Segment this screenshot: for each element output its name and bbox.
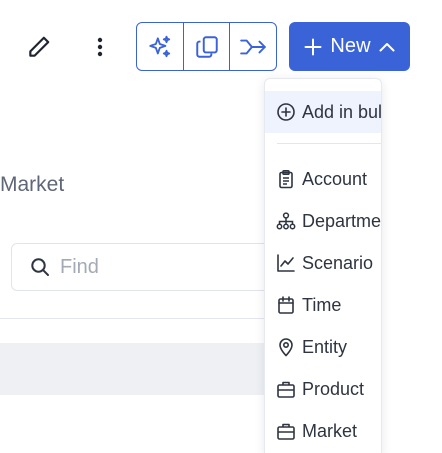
menu-item-label: Market <box>302 420 358 441</box>
new-button[interactable]: New <box>289 22 410 71</box>
menu-item-add-in-bulk[interactable]: Add in bulk <box>265 91 381 133</box>
search-icon <box>31 258 49 276</box>
new-button-label: New <box>330 35 371 57</box>
briefcase-icon <box>277 423 295 440</box>
duplicate-button[interactable] <box>182 23 230 70</box>
divider <box>0 318 270 319</box>
ai-assist-button[interactable] <box>137 23 183 70</box>
briefcase-icon <box>277 381 295 398</box>
menu-item-time[interactable]: Time <box>265 284 381 326</box>
menu-item-market[interactable]: Market <box>265 410 381 452</box>
menu-item-label: Entity <box>302 336 348 357</box>
kebab-vertical-icon <box>97 37 103 57</box>
search-box[interactable] <box>11 243 273 291</box>
sparkles-icon <box>149 35 170 57</box>
copy-icon <box>195 35 218 58</box>
clipboard-icon <box>279 169 293 189</box>
line-chart-icon <box>277 254 295 272</box>
menu-separator <box>277 143 381 144</box>
merge-button[interactable] <box>229 23 276 70</box>
menu-item-label: Account <box>302 168 368 189</box>
more-options-button[interactable] <box>86 30 114 64</box>
menu-item-label: Department <box>302 210 382 231</box>
merge-arrow-icon <box>240 39 266 54</box>
pencil-icon <box>29 36 50 57</box>
menu-item-scenario[interactable]: Scenario <box>265 242 381 284</box>
new-dropdown-menu: Add in bulk Account Department Scenario <box>264 78 382 453</box>
menu-item-label: Time <box>302 294 342 315</box>
plus-icon <box>304 38 322 55</box>
map-pin-icon <box>279 338 293 357</box>
menu-item-account[interactable]: Account <box>265 158 381 200</box>
menu-item-label: Scenario <box>302 252 374 273</box>
search-input[interactable] <box>60 255 240 279</box>
menu-item-product[interactable]: Product <box>265 368 381 410</box>
calendar-icon <box>278 296 294 314</box>
table-header-row <box>0 343 270 395</box>
menu-item-label: Add in bulk <box>302 101 382 122</box>
action-button-group <box>136 22 277 71</box>
menu-item-entity[interactable]: Entity <box>265 326 381 368</box>
page-title: Market <box>0 173 65 196</box>
menu-item-department[interactable]: Department <box>265 200 381 242</box>
edit-button[interactable] <box>22 30 56 64</box>
plus-circle-icon <box>277 103 295 121</box>
hierarchy-icon <box>276 212 296 230</box>
menu-item-label: Product <box>302 378 365 399</box>
chevron-up-icon <box>379 42 395 51</box>
